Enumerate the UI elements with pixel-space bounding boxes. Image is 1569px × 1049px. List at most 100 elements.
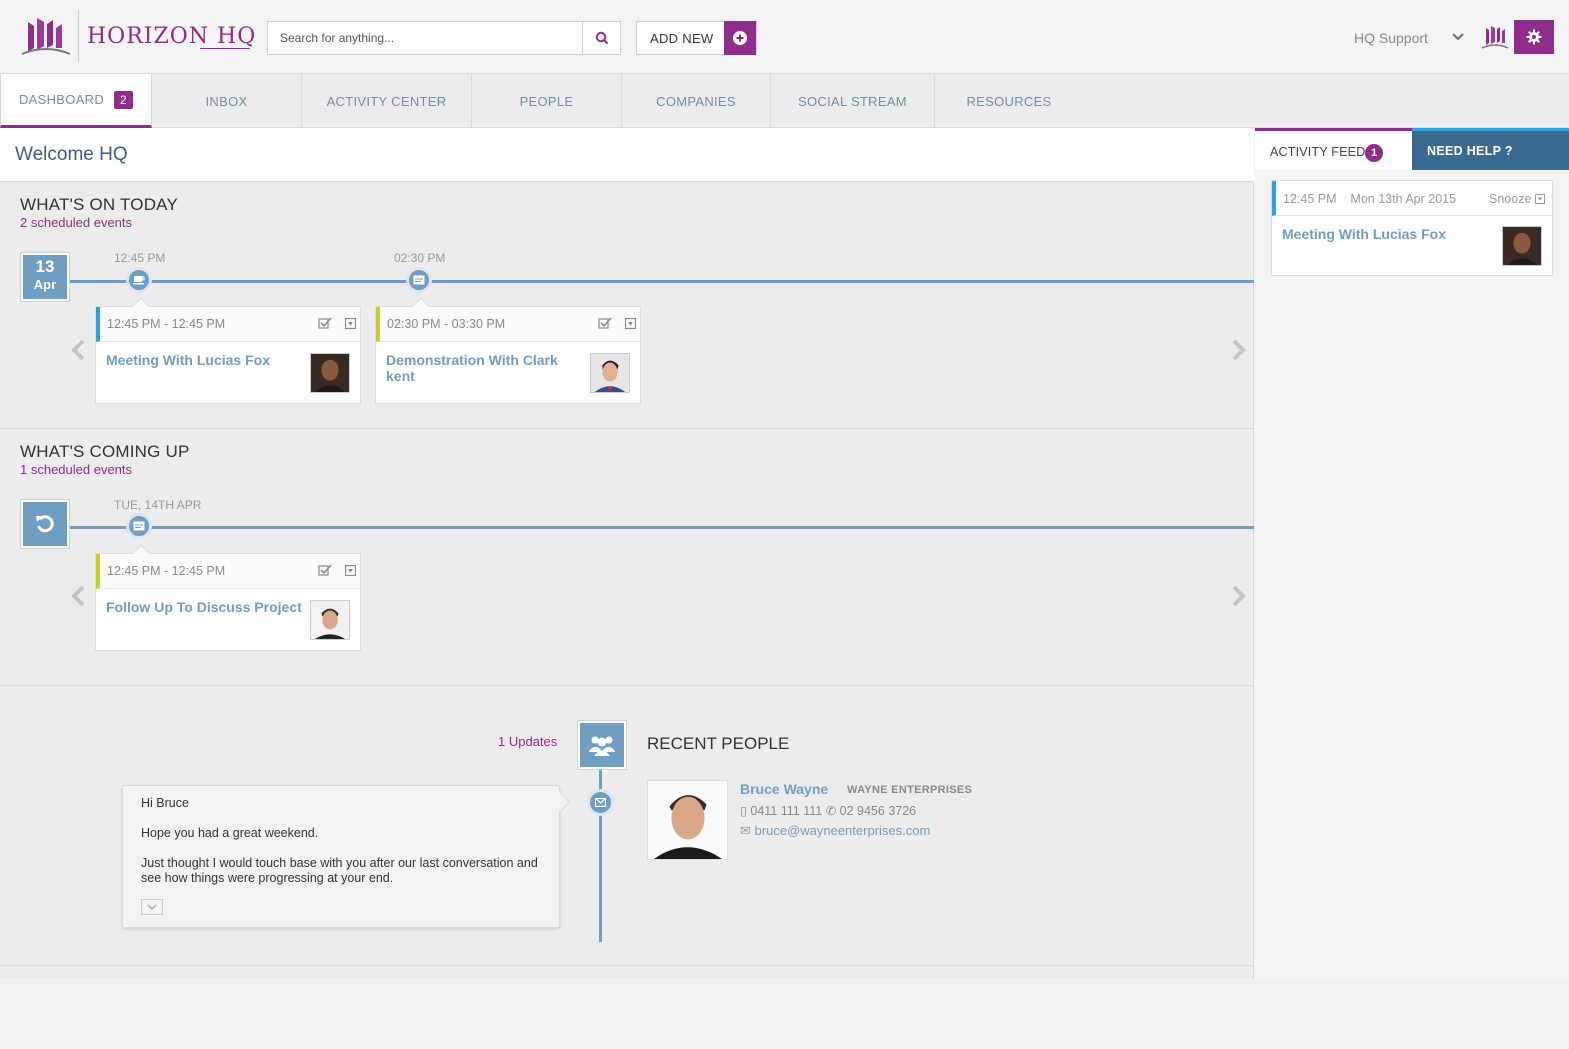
today-section-subtitle: 2 scheduled events [20, 215, 133, 230]
today-date-badge: 13 Apr [20, 252, 70, 302]
snooze-button[interactable]: Snooze [1489, 192, 1545, 206]
activity-feed-label: ACTIVITY FEED [1270, 145, 1366, 159]
event-time: 12:45 PM - 12:45 PM [107, 317, 226, 331]
event-node[interactable] [126, 267, 152, 293]
activity-date: Mon 13th Apr 2015 [1350, 192, 1457, 206]
search-input[interactable] [268, 22, 584, 54]
event-node[interactable] [126, 513, 152, 539]
avatar[interactable] [1502, 226, 1542, 266]
add-new-plus[interactable] [724, 21, 756, 55]
person-photo[interactable] [647, 780, 728, 860]
tab-people[interactable]: PEOPLE [472, 74, 622, 128]
person-phone[interactable]: 02 9456 3726 [840, 804, 916, 818]
event-card-header: 12:45 PM - 12:45 PM [96, 554, 360, 589]
dropdown-square-icon[interactable] [625, 318, 636, 329]
event-title[interactable]: Follow Up To Discuss Project [106, 599, 311, 615]
recent-people-title: RECENT PEOPLE [647, 734, 790, 753]
dropdown-square-icon[interactable] [345, 318, 356, 329]
company-logo-icon[interactable] [1481, 23, 1509, 51]
tab-inbox[interactable]: INBOX [152, 74, 302, 128]
chevron-down-icon[interactable] [1451, 31, 1465, 43]
expand-message-button[interactable] [141, 899, 163, 915]
person-company[interactable]: WAYNE ENTERPRISES [847, 784, 972, 796]
tab-people-label: PEOPLE [519, 93, 574, 109]
next-arrow-icon[interactable] [1231, 338, 1247, 362]
envelope-icon: ✉ [740, 823, 751, 838]
logo-divider [78, 10, 79, 62]
check-square-icon[interactable] [318, 564, 332, 576]
activity-panel: ACTIVITY FEED 1 NEED HELP ? 12:45 PM Mon… [1255, 128, 1569, 978]
search-button[interactable] [582, 22, 620, 54]
dashboard-main: Welcome HQ WHAT'S ON TODAY 2 scheduled e… [0, 128, 1254, 978]
activity-card[interactable]: 12:45 PM Mon 13th Apr 2015 Snooze Meetin… [1271, 180, 1553, 276]
phone-icon: ✆ [825, 804, 837, 818]
tab-activity-feed[interactable]: ACTIVITY FEED 1 [1255, 128, 1412, 170]
snooze-label: Snooze [1489, 192, 1532, 206]
event-title[interactable]: Meeting With Lucias Fox [106, 352, 306, 368]
tab-activity-center[interactable]: ACTIVITY CENTER [302, 74, 472, 128]
tab-social-stream[interactable]: SOCIAL STREAM [771, 74, 935, 128]
presentation-icon [133, 521, 145, 531]
users-icon [589, 736, 615, 756]
activity-title[interactable]: Meeting With Lucias Fox [1282, 226, 1446, 242]
coffee-icon [133, 276, 145, 285]
avatar[interactable] [310, 353, 350, 393]
person-email-row: ✉ bruce@wayneenterprises.com [740, 823, 930, 839]
check-square-icon[interactable] [318, 317, 332, 329]
message-greeting: Hi Bruce [141, 796, 189, 810]
chevron-down-icon [147, 904, 157, 910]
event-card[interactable]: 02:30 PM - 03:30 PM Demonstration With C… [375, 297, 641, 404]
message-node[interactable] [587, 789, 614, 816]
brand-name[interactable]: HORIZON HQ [87, 24, 256, 49]
check-square-icon[interactable] [598, 317, 612, 329]
tab-need-help[interactable]: NEED HELP ? [1412, 128, 1569, 170]
updates-count[interactable]: 1 Updates [498, 734, 557, 749]
event-time: 02:30 PM - 03:30 PM [387, 317, 506, 331]
search-icon [595, 31, 608, 45]
tab-dashboard[interactable]: DASHBOARD 2 [0, 74, 152, 128]
tab-resources[interactable]: RESOURCES [935, 74, 1083, 128]
mobile-icon: ▯ [740, 804, 747, 818]
search-box [267, 21, 621, 55]
avatar[interactable] [590, 353, 630, 393]
person-email[interactable]: bruce@wayneenterprises.com [755, 823, 931, 838]
user-menu-label[interactable]: HQ Support [1354, 30, 1428, 46]
person-name[interactable]: Bruce Wayne [740, 781, 828, 797]
section-divider [0, 965, 1254, 966]
top-header: HORIZON HQ ADD NEW HQ Support [0, 0, 1569, 74]
plus-circle-icon [733, 31, 747, 45]
dropdown-square-icon[interactable] [345, 565, 356, 576]
event-marker-time: TUE, 14TH APR [114, 498, 202, 512]
tab-resources-label: RESOURCES [966, 93, 1052, 109]
prev-arrow-icon[interactable] [70, 338, 86, 362]
message-line: Just thought I would touch base with you… [141, 856, 538, 885]
prev-arrow-icon[interactable] [70, 584, 86, 608]
event-marker-time: 02:30 PM [394, 251, 446, 265]
date-day: 13 [35, 257, 55, 276]
event-card[interactable]: 12:45 PM - 12:45 PM Meeting With Lucias … [95, 297, 361, 404]
event-marker-time: 12:45 PM [114, 251, 166, 265]
message-bubble: Hi Bruce Hope you had a great weekend. J… [122, 785, 570, 928]
event-time: 12:45 PM - 12:45 PM [107, 564, 226, 578]
page-title: Welcome HQ [15, 144, 128, 165]
dashboard-count-badge: 2 [114, 90, 134, 109]
event-card-header: 12:45 PM - 12:45 PM [96, 307, 360, 342]
settings-button[interactable] [1514, 20, 1554, 54]
event-title[interactable]: Demonstration With Clark kent [386, 352, 586, 384]
add-new-label: ADD NEW [650, 31, 714, 46]
tab-activity-center-label: ACTIVITY CENTER [326, 93, 447, 109]
event-node[interactable] [406, 267, 432, 293]
person-mobile[interactable]: 0411 111 111 [750, 804, 822, 818]
people-group-badge [577, 720, 627, 770]
upcoming-section-subtitle: 1 scheduled events [20, 462, 133, 477]
section-divider [0, 428, 1254, 429]
avatar[interactable] [310, 600, 350, 640]
next-arrow-icon[interactable] [1231, 584, 1247, 608]
activity-feed-badge: 1 [1365, 144, 1383, 162]
date-month: Apr [33, 277, 57, 292]
upcoming-refresh-badge[interactable] [20, 499, 70, 549]
add-new-button[interactable]: ADD NEW [636, 21, 757, 55]
horizon-logo-icon[interactable] [20, 14, 72, 58]
event-card[interactable]: 12:45 PM - 12:45 PM Follow Up To Discuss… [95, 544, 361, 651]
tab-companies[interactable]: COMPANIES [622, 74, 771, 128]
